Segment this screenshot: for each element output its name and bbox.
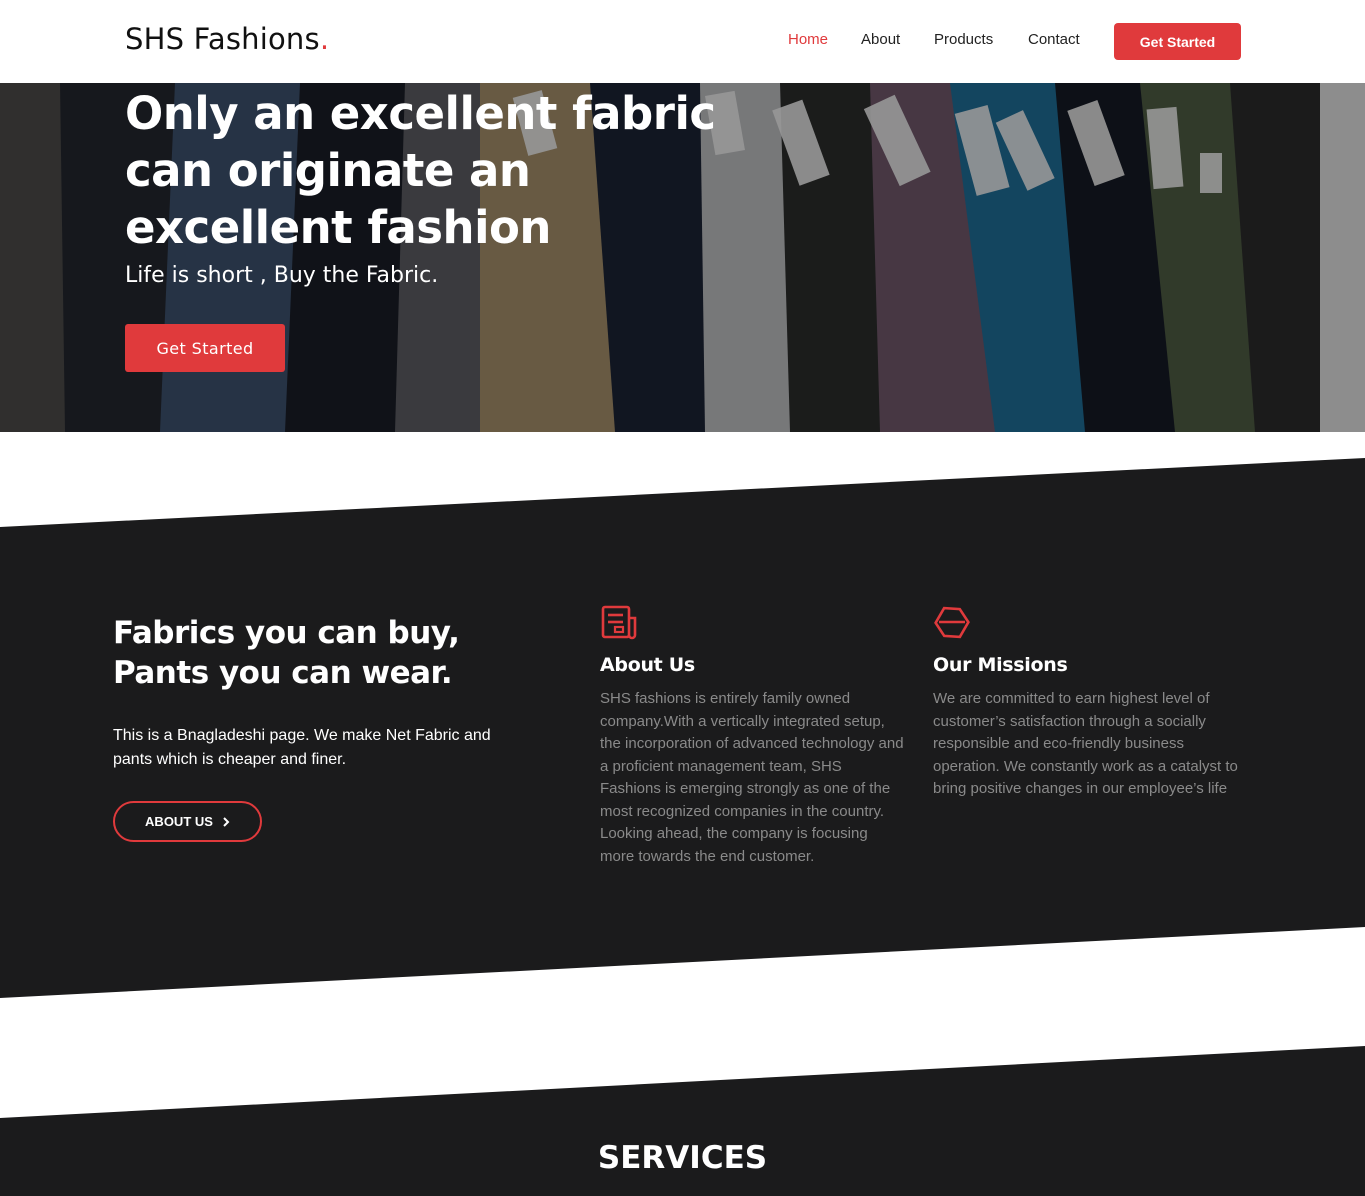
logo[interactable]: SHS Fashions.: [125, 22, 329, 56]
about-heading-line-2: Pants you can wear.: [113, 655, 453, 691]
about-us-button[interactable]: ABOUT US: [113, 801, 262, 842]
nav-home-link[interactable]: Home: [788, 31, 828, 48]
about-heading: Fabrics you can buy, Pants you can wear.: [113, 613, 460, 693]
feature-about-us-text: SHS fashions is entirely family owned co…: [600, 690, 904, 865]
hero-get-started-button[interactable]: Get Started: [125, 324, 285, 372]
chevron-right-icon: [222, 814, 230, 830]
about-us-button-label: ABOUT US: [145, 814, 213, 829]
feature-about-us-title: About Us: [600, 654, 695, 676]
hexagon-icon: [933, 604, 971, 642]
document-icon: [600, 604, 638, 642]
hero-subtitle: Life is short , Buy the Fabric.: [125, 263, 439, 288]
nav-contact-link[interactable]: Contact: [1028, 31, 1080, 48]
logo-text: SHS Fashions: [125, 22, 320, 56]
header-get-started-button[interactable]: Get Started: [1114, 23, 1241, 60]
feature-our-missions-title: Our Missions: [933, 654, 1068, 676]
nav-about-link[interactable]: About: [861, 31, 900, 48]
feature-our-missions: Our Missions We are committed to earn hi…: [933, 604, 1238, 801]
services-heading: SERVICES: [597, 1140, 768, 1176]
nav-products-link[interactable]: Products: [934, 31, 993, 48]
about-heading-line-1: Fabrics you can buy,: [113, 615, 460, 651]
feature-our-missions-text: We are committed to earn highest level o…: [933, 690, 1238, 797]
hero-section: Only an excellent fabric can originate a…: [0, 83, 1365, 432]
site-header: SHS Fashions. Home About Products Contac…: [0, 0, 1365, 83]
feature-about-us: About Us SHS fashions is entirely family…: [600, 604, 905, 868]
hero-title: Only an excellent fabric can originate a…: [125, 87, 716, 254]
logo-dot: .: [319, 22, 330, 56]
about-description: This is a Bnagladeshi page. We make Net …: [113, 727, 491, 768]
